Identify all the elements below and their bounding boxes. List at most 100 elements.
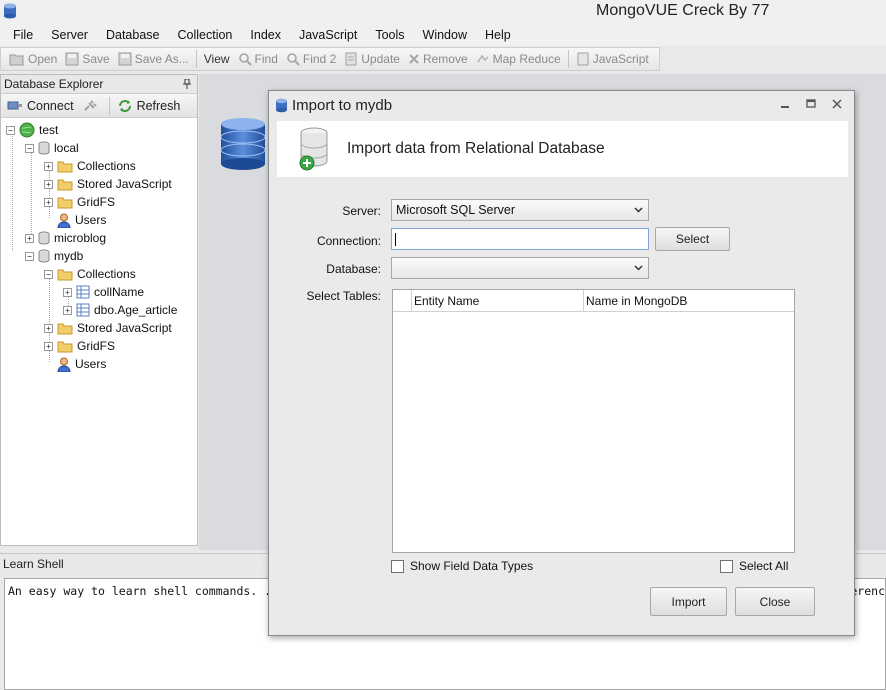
tree-node-gridfs[interactable]: + GridFS <box>44 337 115 355</box>
shell-text-right: erenc <box>850 584 885 598</box>
plug-icon <box>83 99 97 111</box>
checkbox-box[interactable] <box>720 559 733 573</box>
x-icon <box>409 54 419 64</box>
folder-open-icon <box>57 269 73 280</box>
menu-database[interactable]: Database <box>97 28 169 42</box>
remove-button[interactable]: Remove <box>404 49 472 69</box>
tree-label: Stored JavaScript <box>77 321 172 335</box>
pin-icon[interactable] <box>183 79 191 89</box>
expand-toggle[interactable]: + <box>63 287 72 297</box>
expand-toggle[interactable]: + <box>44 179 53 189</box>
tree-node-collections[interactable]: + Collections <box>44 157 136 175</box>
banner-heading: Import data from Relational Database <box>347 140 605 157</box>
tables-grid[interactable]: Entity Name Name in MongoDB <box>392 289 795 553</box>
tree-label: mydb <box>54 249 84 263</box>
dialog-title-bar[interactable]: Import to mydb <box>269 91 854 119</box>
open-button[interactable]: Open <box>5 49 61 69</box>
expand-toggle[interactable]: + <box>44 161 53 171</box>
expand-toggle[interactable]: + <box>44 341 53 351</box>
learn-shell-title: Learn Shell <box>3 556 64 571</box>
view-button[interactable]: View <box>200 49 234 69</box>
menu-tools[interactable]: Tools <box>366 28 413 42</box>
menu-help[interactable]: Help <box>476 28 520 42</box>
minimize-button[interactable] <box>778 98 792 110</box>
menu-file[interactable]: File <box>4 28 42 42</box>
magnifier-icon <box>238 53 252 66</box>
tree-node-users[interactable]: Users <box>44 355 106 373</box>
find2-button[interactable]: Find 2 <box>282 49 340 69</box>
menu-javascript[interactable]: JavaScript <box>290 28 366 42</box>
tree-node-stored-js[interactable]: + Stored JavaScript <box>44 175 172 193</box>
database-icon <box>38 141 50 155</box>
menu-window[interactable]: Window <box>414 28 476 42</box>
collapse-toggle[interactable]: − <box>6 125 15 135</box>
col-name-in-mongodb[interactable]: Name in MongoDB <box>584 290 794 311</box>
map-reduce-button[interactable]: Map Reduce <box>472 49 565 69</box>
tree-label: microblog <box>54 231 107 245</box>
user-icon <box>57 213 71 228</box>
remove-label: Remove <box>422 52 468 66</box>
tree-node-db-mydb[interactable]: − mydb <box>25 247 83 265</box>
connection-label: Connection: <box>316 234 381 248</box>
expand-toggle[interactable]: + <box>44 323 53 333</box>
main-toolbar: Open Save Save As... View Find Find 2 Up… <box>0 47 660 71</box>
checkbox-box[interactable] <box>391 559 404 573</box>
menu-collection[interactable]: Collection <box>169 28 242 42</box>
expand-toggle[interactable]: + <box>44 197 53 207</box>
maximize-button[interactable] <box>804 98 818 110</box>
tree-node-stored-js[interactable]: + Stored JavaScript <box>44 319 172 337</box>
folder-icon <box>57 197 73 208</box>
folder-icon <box>57 341 73 352</box>
open-label: Open <box>28 52 58 66</box>
database-label: Database: <box>326 262 381 276</box>
user-icon <box>57 357 71 372</box>
col-entity-name[interactable]: Entity Name <box>412 290 584 311</box>
refresh-button[interactable]: Refresh <box>113 96 185 116</box>
connection-input[interactable] <box>391 228 649 250</box>
update-button[interactable]: Update <box>340 49 404 69</box>
tree-label: Collections <box>77 267 136 281</box>
tree-node-server[interactable]: − test <box>6 121 58 139</box>
find-button[interactable]: Find <box>234 49 282 69</box>
close-button[interactable]: Close <box>735 587 815 616</box>
tree-node-collections[interactable]: − Collections <box>44 265 136 283</box>
server-select[interactable]: Microsoft SQL Server <box>391 199 649 221</box>
folder-icon <box>57 161 73 172</box>
database-select[interactable] <box>391 257 649 279</box>
database-explorer-panel: Database Explorer Connect Refresh − test <box>0 74 198 546</box>
tree-node-collection-age-article[interactable]: + dbo.Age_article <box>63 301 177 319</box>
close-window-button[interactable] <box>830 98 844 110</box>
show-field-types-checkbox[interactable]: Show Field Data Types <box>391 559 533 573</box>
tree-node-db-local[interactable]: − local <box>25 139 79 157</box>
collapse-toggle[interactable]: − <box>25 251 34 261</box>
menu-index[interactable]: Index <box>241 28 290 42</box>
select-all-checkbox[interactable]: Select All <box>720 559 788 573</box>
tree-label: dbo.Age_article <box>94 303 178 317</box>
menu-server[interactable]: Server <box>42 28 97 42</box>
database-icon <box>38 231 50 245</box>
javascript-button[interactable]: JavaScript <box>572 49 653 69</box>
import-button[interactable]: Import <box>650 587 727 616</box>
collapse-toggle[interactable]: − <box>44 269 53 279</box>
save-as-label: Save As... <box>134 52 189 66</box>
connect-button[interactable]: Connect <box>3 96 78 116</box>
expand-toggle[interactable]: + <box>25 233 34 243</box>
tree-node-collection-collname[interactable]: + collName <box>63 283 144 301</box>
tree-node-users[interactable]: Users <box>44 211 106 229</box>
save-as-button[interactable]: Save As... <box>114 49 193 69</box>
tree-node-db-microblog[interactable]: + microblog <box>25 229 106 247</box>
table-icon <box>76 303 90 317</box>
select-connection-button[interactable]: Select <box>655 227 730 251</box>
tree-node-gridfs[interactable]: + GridFS <box>44 193 115 211</box>
window-title: MongoVUE Creck By 77 <box>596 2 770 19</box>
expand-toggle[interactable]: + <box>63 305 72 315</box>
folder-open-icon <box>9 54 24 66</box>
save-button[interactable]: Save <box>61 49 113 69</box>
map-reduce-icon <box>477 54 489 63</box>
tree-label: GridFS <box>77 195 116 209</box>
collapse-toggle[interactable]: − <box>25 143 34 153</box>
disconnect-button[interactable] <box>78 96 106 116</box>
update-label: Update <box>361 52 400 66</box>
explorer-title: Database Explorer <box>4 77 104 91</box>
shell-text: An easy way to learn shell commands. .. <box>8 584 279 598</box>
